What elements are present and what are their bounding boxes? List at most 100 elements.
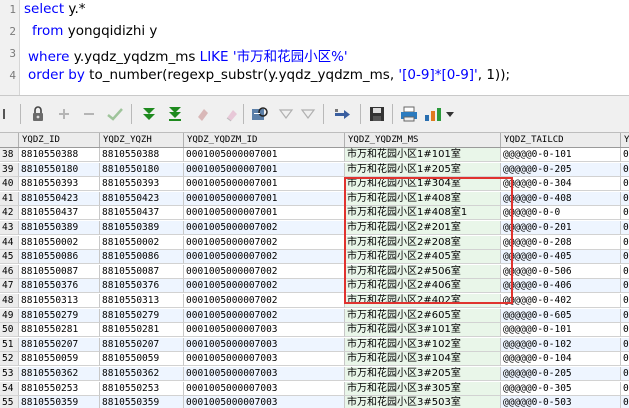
yqdz-yqdzm-ms-cell[interactable]: 市万和花园小区2#506室 — [345, 264, 501, 279]
yqdz-id-cell[interactable]: 8810550359 — [19, 396, 100, 408]
yqdz-yqdzm-id-cell[interactable]: 0001005000007001 — [184, 206, 345, 221]
yqdz-tailcd-cell[interactable]: @@@@@0-0-405 — [501, 250, 621, 265]
yqdz-yqdzm-ms-cell[interactable]: 市万和花园小区2#406室 — [345, 279, 501, 294]
y-cell[interactable]: 0 — [621, 294, 629, 308]
yqdz-yqdzm-ms-cell[interactable]: 市万和花园小区1#304室 — [345, 177, 501, 192]
yqdz-tailcd-cell[interactable]: @@@@@0-0-605 — [501, 308, 621, 323]
y-cell[interactable]: 0 — [621, 264, 629, 279]
yqdz-yqdzm-ms-cell[interactable]: 市万和花园小区2#201室 — [345, 221, 501, 235]
yqdz-tailcd-cell[interactable]: @@@@@0-0-506 — [501, 264, 621, 279]
yqdz-yqdzm-ms-cell[interactable]: 市万和花园小区1#408室1 — [345, 206, 501, 221]
yqdz-yqdzm-id-cell[interactable]: 0001005000007002 — [184, 308, 345, 323]
lock-icon[interactable] — [29, 105, 47, 123]
yqdz-id-cell[interactable]: 8810550180 — [19, 162, 100, 177]
y-cell[interactable]: 0 — [621, 396, 629, 408]
yqdz-tailcd-cell[interactable]: @@@@@0-0-503 — [501, 396, 621, 408]
print-icon[interactable] — [400, 105, 418, 123]
yqdz-yqzh-cell[interactable]: 8810550281 — [100, 323, 184, 338]
yqdz-yqdzm-ms-cell[interactable]: 市万和花园小区3#104室 — [345, 352, 501, 367]
yqdz-yqdzm-ms-cell[interactable]: 市万和花园小区3#205室 — [345, 367, 501, 381]
yqdz-tailcd-cell[interactable]: @@@@@0-0-408 — [501, 191, 621, 206]
yqdz-tailcd-cell[interactable]: @@@@@0-0-402 — [501, 294, 621, 308]
table-row[interactable]: 55 8810550359 8810550359 0001005000007003 市万… — [0, 396, 629, 408]
y-cell[interactable]: 0 — [621, 279, 629, 294]
table-row[interactable]: 38 8810550388 8810550388 0001005000007001 市万… — [0, 148, 629, 162]
yqdz-yqzh-cell[interactable]: 8810550253 — [100, 381, 184, 396]
header-yqdz-yqdzm-ms[interactable]: YQDZ_YQDZM_MS — [345, 133, 501, 147]
yqdz-yqdzm-ms-cell[interactable]: 市万和花园小区3#102室 — [345, 337, 501, 352]
table-row[interactable]: 40 8810550393 8810550393 0001005000007001 市万… — [0, 177, 629, 192]
yqdz-id-cell[interactable]: 8810550393 — [19, 177, 100, 192]
yqdz-yqzh-cell[interactable]: 8810550086 — [100, 250, 184, 265]
yqdz-tailcd-cell[interactable]: @@@@@0-0-101 — [501, 323, 621, 338]
yqdz-tailcd-cell[interactable]: @@@@@0-0-104 — [501, 352, 621, 367]
y-cell[interactable]: 0 — [621, 337, 629, 352]
yqdz-id-cell[interactable]: 8810550437 — [19, 206, 100, 221]
yqdz-yqzh-cell[interactable]: 8810550362 — [100, 367, 184, 381]
table-row[interactable]: 52 8810550059 8810550059 0001005000007003 市万… — [0, 352, 629, 367]
table-row[interactable]: 39 8810550180 8810550180 0001005000007001 市万… — [0, 162, 629, 177]
table-row[interactable]: 49 8810550279 8810550279 0001005000007002 市万… — [0, 308, 629, 323]
query-by-example-icon[interactable] — [251, 105, 269, 123]
y-cell[interactable]: 0 — [621, 148, 629, 162]
y-cell[interactable]: 0 — [621, 162, 629, 177]
table-row[interactable]: 54 8810550253 8810550253 0001005000007003 市万… — [0, 381, 629, 396]
y-cell[interactable]: 0 — [621, 177, 629, 192]
table-row[interactable]: 50 8810550281 8810550281 0001005000007003 市万… — [0, 323, 629, 338]
yqdz-yqdzm-id-cell[interactable]: 0001005000007002 — [184, 294, 345, 308]
yqdz-yqdzm-ms-cell[interactable]: 市万和花园小区2#405室 — [345, 250, 501, 265]
yqdz-yqdzm-id-cell[interactable]: 0001005000007003 — [184, 337, 345, 352]
sql-line-1[interactable]: select y.* — [24, 1, 86, 17]
yqdz-id-cell[interactable]: 8810550087 — [19, 264, 100, 279]
yqdz-yqzh-cell[interactable]: 8810550279 — [100, 308, 184, 323]
yqdz-yqzh-cell[interactable]: 8810550313 — [100, 294, 184, 308]
fetch-next-icon[interactable] — [140, 105, 158, 123]
header-y[interactable]: Y — [621, 133, 629, 147]
table-row[interactable]: 46 8810550087 8810550087 0001005000007002 市万… — [0, 264, 629, 279]
header-yqdz-yqdzm-id[interactable]: YQDZ_YQDZM_ID — [184, 133, 345, 147]
post-check-icon[interactable] — [106, 105, 124, 123]
delete-record-icon[interactable] — [80, 105, 98, 123]
yqdz-tailcd-cell[interactable]: @@@@@0-0-201 — [501, 221, 621, 235]
y-cell[interactable]: 0 — [621, 381, 629, 396]
yqdz-yqdzm-id-cell[interactable]: 0001005000007001 — [184, 162, 345, 177]
eraser-icon[interactable] — [222, 105, 240, 123]
yqdz-yqdzm-ms-cell[interactable]: 市万和花园小区1#408室 — [345, 191, 501, 206]
table-row[interactable]: 45 8810550086 8810550086 0001005000007002 市万… — [0, 250, 629, 265]
export-icon[interactable] — [334, 105, 354, 123]
y-cell[interactable]: 0 — [621, 367, 629, 381]
dropdown-arrow-icon[interactable] — [2, 105, 10, 123]
yqdz-yqzh-cell[interactable]: 8810550437 — [100, 206, 184, 221]
result-grid[interactable]: YQDZ_ID YQDZ_YQZH YQDZ_YQDZM_ID YQDZ_YQD… — [0, 133, 629, 408]
sql-line-2[interactable]: from yongqidizhi y — [32, 23, 157, 39]
filter-down-icon[interactable] — [277, 105, 295, 123]
yqdz-tailcd-cell[interactable]: @@@@@0-0-305 — [501, 381, 621, 396]
yqdz-yqdzm-id-cell[interactable]: 0001005000007002 — [184, 279, 345, 294]
yqdz-id-cell[interactable]: 8810550389 — [19, 221, 100, 235]
yqdz-yqdzm-id-cell[interactable]: 0001005000007002 — [184, 264, 345, 279]
yqdz-yqzh-cell[interactable]: 8810550207 — [100, 337, 184, 352]
y-cell[interactable]: 0 — [621, 250, 629, 265]
yqdz-yqdzm-id-cell[interactable]: 0001005000007003 — [184, 396, 345, 408]
yqdz-tailcd-cell[interactable]: @@@@@0-0-304 — [501, 177, 621, 192]
header-yqdz-tailcd[interactable]: YQDZ_TAILCD — [501, 133, 621, 147]
yqdz-yqdzm-id-cell[interactable]: 0001005000007003 — [184, 367, 345, 381]
yqdz-tailcd-cell[interactable]: @@@@@0-0-102 — [501, 337, 621, 352]
y-cell[interactable]: 0 — [621, 308, 629, 323]
yqdz-yqdzm-id-cell[interactable]: 0001005000007003 — [184, 323, 345, 338]
yqdz-yqdzm-ms-cell[interactable]: 市万和花园小区2#402室 — [345, 294, 501, 308]
add-record-icon[interactable] — [55, 105, 73, 123]
yqdz-tailcd-cell[interactable]: @@@@@0-0-406 — [501, 279, 621, 294]
yqdz-yqzh-cell[interactable]: 8810550393 — [100, 177, 184, 192]
yqdz-yqdzm-id-cell[interactable]: 0001005000007001 — [184, 177, 345, 192]
table-row[interactable]: 42 8810550437 8810550437 0001005000007001 市万… — [0, 206, 629, 221]
y-cell[interactable]: 0 — [621, 323, 629, 338]
yqdz-id-cell[interactable]: 8810550002 — [19, 235, 100, 250]
yqdz-yqzh-cell[interactable]: 8810550389 — [100, 221, 184, 235]
fetch-last-icon[interactable] — [166, 105, 184, 123]
y-cell[interactable]: 0 — [621, 191, 629, 206]
table-row[interactable]: 51 8810550207 8810550207 0001005000007003 市万… — [0, 337, 629, 352]
yqdz-id-cell[interactable]: 8810550313 — [19, 294, 100, 308]
yqdz-yqzh-cell[interactable]: 8810550359 — [100, 396, 184, 408]
yqdz-yqdzm-ms-cell[interactable]: 市万和花园小区1#205室 — [345, 162, 501, 177]
